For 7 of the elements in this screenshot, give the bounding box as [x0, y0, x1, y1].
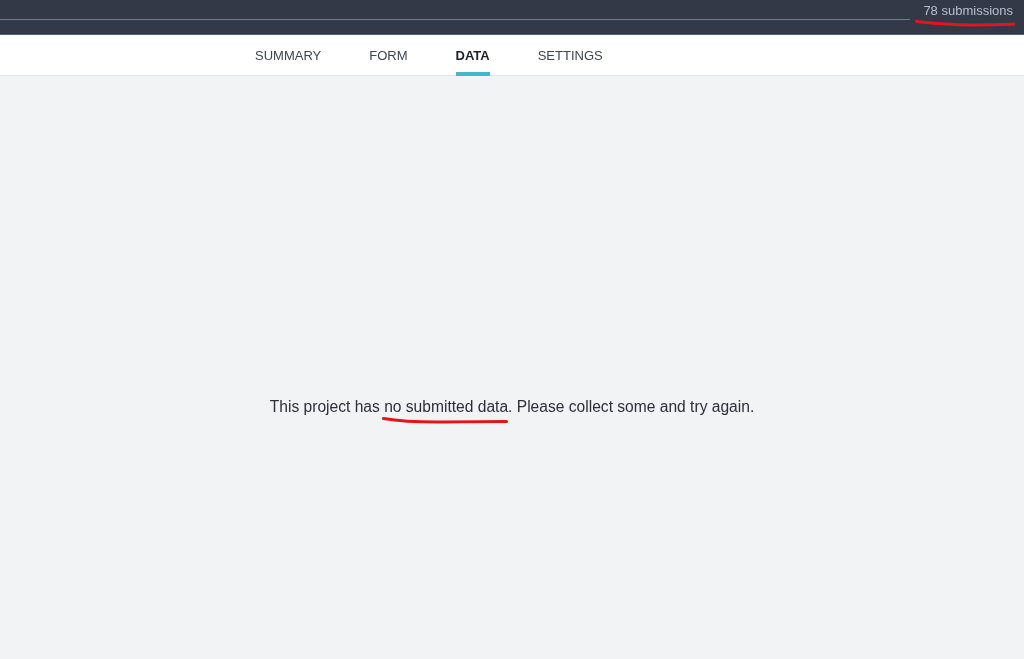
tab[interactable]: DATA: [455, 35, 490, 76]
underline-stroke-icon: [382, 417, 508, 424]
tab[interactable]: FORM: [369, 35, 408, 76]
tab[interactable]: SUMMARY: [255, 35, 322, 76]
submissions-link[interactable]: 78 submissions: [923, 4, 1013, 19]
empty-data-message: This project has no submitted data. Please collect some and try again.: [269, 398, 755, 416]
tab[interactable]: SETTINGS: [537, 35, 603, 76]
